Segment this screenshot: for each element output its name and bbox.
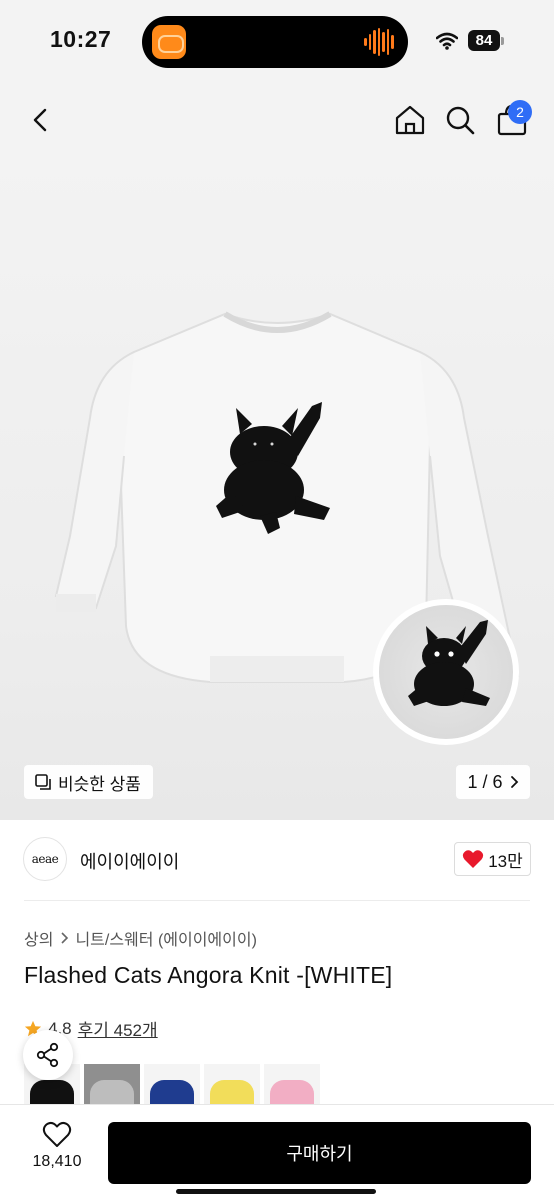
heart-outline-icon bbox=[42, 1121, 72, 1147]
status-time: 10:27 bbox=[50, 26, 112, 52]
sweater-illustration bbox=[54, 311, 520, 745]
dynamic-island bbox=[142, 16, 408, 68]
wishlist-button[interactable]: 18,410 bbox=[22, 1121, 92, 1177]
product-title: Flashed Cats Angora Knit -[WHITE] bbox=[24, 962, 393, 988]
share-button[interactable] bbox=[23, 1030, 73, 1080]
similar-products-label: 비슷한 상품 bbox=[58, 774, 141, 794]
bottom-action-bar: 18,410 구매하기 bbox=[0, 1104, 554, 1200]
wifi-icon bbox=[436, 32, 458, 50]
breadcrumb-category[interactable]: 상의 bbox=[24, 926, 53, 950]
battery-cap bbox=[501, 37, 504, 45]
divider bbox=[24, 900, 530, 901]
brand-like-button[interactable]: 13만 bbox=[454, 842, 531, 876]
cart-count-badge: 2 bbox=[508, 100, 532, 124]
buy-button[interactable]: 구매하기 bbox=[108, 1122, 531, 1184]
share-icon bbox=[36, 1042, 59, 1068]
brand-like-count: 13만 bbox=[488, 851, 523, 871]
top-nav bbox=[0, 84, 554, 156]
image-page-count: 1 / 6 bbox=[467, 771, 503, 792]
swatch-gray[interactable] bbox=[84, 1064, 140, 1104]
copy-icon bbox=[35, 774, 51, 790]
chevron-right-icon bbox=[510, 776, 518, 788]
back-icon[interactable] bbox=[22, 102, 58, 138]
status-bar: 10:27 84 bbox=[0, 0, 554, 84]
color-swatches bbox=[24, 1064, 324, 1104]
breadcrumb: 상의 니트/스웨터 (에이이에이이) bbox=[24, 926, 257, 950]
swatch-pink[interactable] bbox=[264, 1064, 320, 1104]
brand-row[interactable]: aeae 에이이에이이 13만 bbox=[0, 820, 554, 900]
battery-indicator: 84 bbox=[468, 30, 500, 51]
home-icon[interactable] bbox=[392, 102, 428, 138]
brand-logo[interactable]: aeae bbox=[23, 837, 67, 881]
heart-icon bbox=[463, 850, 484, 868]
similar-products-button[interactable]: 비슷한 상품 bbox=[24, 765, 153, 799]
audio-wave-icon bbox=[364, 28, 395, 56]
chevron-right-icon bbox=[61, 932, 69, 944]
swatch-blue[interactable] bbox=[144, 1064, 200, 1104]
image-page-indicator[interactable]: 1 / 6 bbox=[456, 765, 530, 799]
home-indicator bbox=[176, 1189, 376, 1194]
brand-name[interactable]: 에이이에이이 bbox=[80, 848, 179, 874]
review-link[interactable]: 후기 452개 bbox=[78, 1016, 158, 1041]
wishlist-count: 18,410 bbox=[32, 1153, 82, 1170]
product-image[interactable]: 비슷한 상품 1 / 6 bbox=[0, 156, 554, 820]
app-activity-icon bbox=[152, 25, 186, 59]
breadcrumb-subcategory[interactable]: 니트/스웨터 (에이이에이이) bbox=[75, 926, 256, 950]
search-icon[interactable] bbox=[442, 102, 478, 138]
swatch-yellow[interactable] bbox=[204, 1064, 260, 1104]
